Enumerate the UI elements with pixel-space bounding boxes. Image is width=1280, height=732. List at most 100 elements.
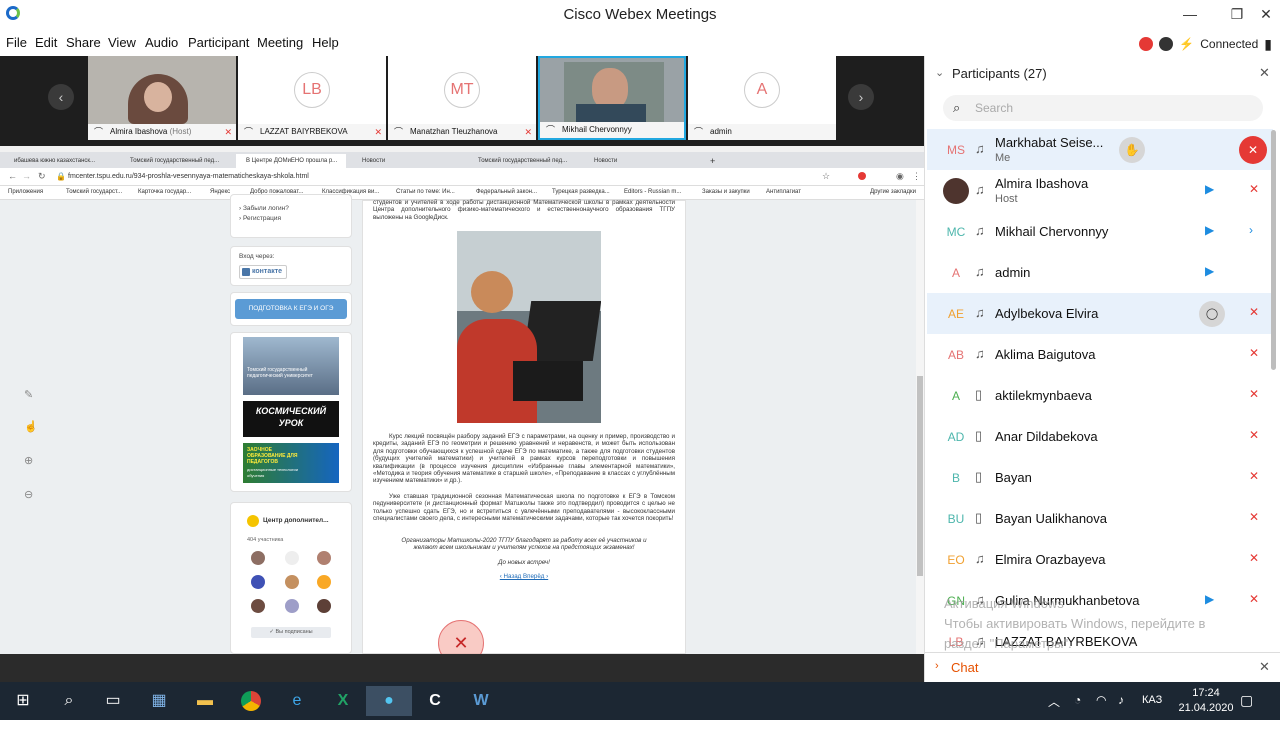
article-navigation[interactable]: ‹ Назад Вперёд › [373,573,675,580]
member-avatar[interactable] [251,575,265,589]
filmstrip-prev-button[interactable]: ‹ [48,84,74,110]
menu-file[interactable]: File [6,35,27,50]
raise-hand-icon[interactable]: ✋ [1119,137,1145,163]
bookmark[interactable]: Яндекс [210,189,230,195]
chat-label[interactable]: Chat [951,660,978,675]
participant-row[interactable]: AB ♫ Aklima Baigutova ✕ [927,334,1273,375]
expand-chevron-icon[interactable]: › [935,660,939,672]
participant-row[interactable]: EO ♫ Elmira Orazbayeva ✕ [927,539,1273,580]
participant-row[interactable]: ♫ Almira Ibashova Host ▶ ✕ [927,170,1273,211]
participant-row[interactable]: MS ♫ Markhabat Seise... Me ✋ ✕ [927,129,1273,170]
browser-tab[interactable]: Новости [584,154,694,168]
participant-row[interactable]: MC ♫ Mikhail Chervonnyy ▶ › [927,211,1273,252]
profile-icon[interactable]: ◉ [896,171,904,182]
muted-mic-icon[interactable]: ✕ [1249,182,1259,196]
task-view-icon[interactable]: ▭ [90,686,136,716]
participant-search[interactable]: ⌕ Search [943,95,1263,121]
recording-icon[interactable] [1139,37,1154,51]
minimize-button[interactable]: — [1172,3,1208,25]
muted-mic-icon[interactable]: ✕ [1249,305,1259,319]
tspu-banner[interactable]: Томский государственный педагогический у… [243,337,339,395]
bookmark[interactable]: Антиплагиат [766,189,801,195]
video-icon[interactable]: ▶ [1205,264,1214,278]
bookmark[interactable]: Статьи по теме: Ин... [396,189,455,195]
member-avatar[interactable] [317,551,331,565]
annotate-icon[interactable]: ✎ [24,388,33,401]
chat-section[interactable]: › Chat ✕ [925,652,1280,682]
bookmark[interactable]: Турецкая разведка... [552,189,610,195]
member-avatar[interactable] [317,575,331,589]
browser-tab-active[interactable]: В Центре ДОМиЕНО прошла р... [236,154,346,168]
search-input[interactable]: Search [975,101,1013,115]
video-icon[interactable]: ▶ [1205,592,1214,606]
member-avatar[interactable] [251,599,265,613]
member-avatar[interactable] [285,551,299,565]
excel-icon[interactable]: X [320,686,366,716]
register-link[interactable]: › Регистрация [239,215,281,222]
participant-row[interactable]: AE ♫ Adylbekova Elvira ◯ ✕ [927,293,1273,334]
participant-row[interactable]: BU ▯ Bayan Ualikhanova ✕ [927,498,1273,539]
zoom-out-icon[interactable]: ⊖ [24,488,33,501]
participant-row[interactable]: A ▯ aktilekmynbaeva ✕ [927,375,1273,416]
collapse-chevron-icon[interactable]: ⌄ [935,66,944,79]
network-icon[interactable]: ◔ [1074,693,1081,731]
start-button[interactable]: ⊞ [0,686,46,716]
chat-bubble-icon[interactable]: ◯ [1199,301,1225,327]
tray-chevron-icon[interactable]: ︿ [1048,693,1060,731]
participant-row[interactable]: B ▯ Bayan ✕ [927,457,1273,498]
distance-education-banner[interactable]: ЗАОЧНОЕ ОБРАЗОВАНИЕ ДЛЯ ПЕДАГОГОВ дистан… [243,443,339,483]
video-tile[interactable]: Almira Ibashova (Host) ⌒ ✕ [88,56,236,140]
browser-tab[interactable]: ибашева южно казахстанск... [4,154,114,168]
bookmark[interactable]: Карточка государ... [138,189,191,195]
filmstrip-next-button[interactable]: › [848,84,874,110]
space-lesson-banner[interactable]: КОСМИЧЕСКИЙ УРОК [243,401,339,437]
clock[interactable]: 17:24 21.04.2020 [1176,687,1236,725]
chrome-icon[interactable] [228,686,274,716]
close-window-button[interactable]: ✕ [1248,3,1280,25]
menu-audio[interactable]: Audio [145,35,178,50]
muted-mic-icon[interactable]: ✕ [1249,592,1259,606]
webex-taskbar-icon[interactable]: ● [366,686,412,716]
video-icon[interactable]: ▶ [1205,223,1214,237]
menu-view[interactable]: View [108,35,136,50]
participant-row[interactable]: LB ♫ LAZZAT BAIYRBEKOVA [927,621,1273,651]
muted-mic-icon[interactable]: ✕ [1249,510,1259,524]
new-tab-button[interactable]: + [700,154,720,168]
bookmark[interactable]: Приложения [8,189,43,195]
video-icon[interactable]: ▶ [1205,182,1214,196]
member-avatar[interactable] [285,599,299,613]
word-icon[interactable]: W [458,686,504,716]
bookmark[interactable]: Федеральный закон... [476,189,537,195]
back-icon[interactable]: ← [8,171,17,181]
member-avatar[interactable] [251,551,265,565]
browser-tab[interactable]: Новости [352,154,462,168]
muted-mic-icon[interactable]: ✕ [1249,469,1259,483]
participant-row[interactable]: AD ▯ Anar Dildabekova ✕ [927,416,1273,457]
video-tile[interactable]: MT Manatzhan Tleuzhanova ⌒ ✕ [388,56,536,140]
muted-mic-icon[interactable]: ✕ [1249,346,1259,360]
url-text[interactable]: fmcenter.tspu.edu.ru/934-proshla-vesenny… [68,173,309,180]
camtasia-icon[interactable]: C [412,686,458,716]
forward-icon[interactable]: → [22,171,31,181]
vk-login-button[interactable]: контакте [239,265,288,279]
search-icon[interactable]: ⌕ [46,686,92,716]
muted-mic-icon[interactable]: ✕ [1249,551,1259,565]
menu-participant[interactable]: Participant [188,35,249,50]
bookmark[interactable]: Editors - Russian m... [624,189,681,195]
mute-self-button[interactable]: ✕ [1239,136,1267,164]
participant-row[interactable]: A ♫ admin ▶ [927,252,1273,293]
forgot-login-link[interactable]: › Забыли логин? [239,205,289,212]
language-indicator[interactable]: КАЗ [1142,694,1162,732]
wifi-icon[interactable]: ◠ [1096,693,1106,731]
subscribed-button[interactable]: ✓ Вы подписаны [251,627,331,638]
bookmark[interactable]: Томский государст... [66,189,122,195]
zoom-in-icon[interactable]: ⊕ [24,454,33,467]
bookmark[interactable]: Заказы и закупки [702,189,750,195]
security-icon[interactable] [1159,37,1174,51]
member-avatar[interactable] [285,575,299,589]
volume-icon[interactable]: ♪ [1118,693,1124,731]
participant-row[interactable]: GN ♫ Gulira Nurmukhanbetova ▶ ✕ [927,580,1273,621]
menu-edit[interactable]: Edit [35,35,57,50]
browser-menu-icon[interactable]: ⋮ [912,171,921,182]
participants-scrollbar[interactable] [1271,130,1277,650]
